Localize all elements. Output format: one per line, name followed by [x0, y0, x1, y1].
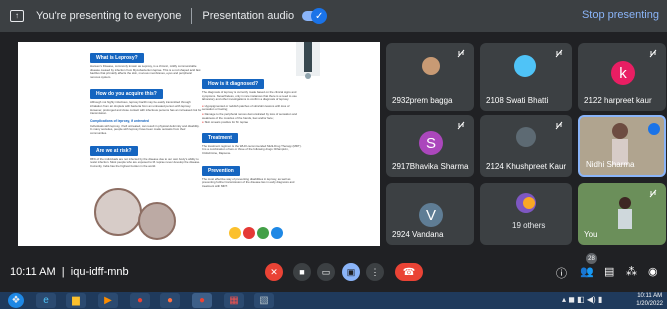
- slide-paragraph: Individuals with leprosy, if left untrea…: [90, 123, 200, 135]
- slide-heading: Are we at risk?: [90, 145, 138, 156]
- file-explorer-icon[interactable]: ▆: [66, 293, 86, 308]
- participant-photo: [514, 55, 536, 77]
- slide-bullet: ● Hypopigmented or reddish patches of sk…: [202, 103, 290, 112]
- ie-icon[interactable]: e: [36, 293, 56, 308]
- mic-off-icon: [457, 121, 465, 130]
- check-icon: ✓: [311, 8, 328, 24]
- participant-name: 2124 Khushpreet Kaur: [486, 162, 567, 171]
- present-screen-icon: ↑: [10, 10, 24, 22]
- presenting-status-text: You're presenting to everyone: [36, 10, 182, 22]
- people-count-badge: 28: [586, 253, 597, 264]
- clock-date: 1/20/2022: [636, 301, 663, 307]
- mic-off-icon: [555, 49, 563, 58]
- slide-bullet: ● Damage to the peripheral nerves demons…: [202, 111, 297, 120]
- slide-left-column: What is Leprosy? Hansen's Disease, commo…: [90, 46, 202, 171]
- camera-toggle-button[interactable]: ■: [293, 263, 311, 281]
- mic-off-icon: [457, 49, 465, 58]
- os-taskbar: ❖ e ▆ ▶ ● ● ● ▦ ▧ ▴ ◼ ◧ ◀) ▮ 10:11 AM 1/…: [0, 292, 667, 309]
- more-options-button[interactable]: ⋮: [366, 263, 384, 281]
- present-now-button[interactable]: ▣: [342, 263, 360, 281]
- media-player-icon[interactable]: ▶: [98, 293, 118, 308]
- others-tile[interactable]: 19 others: [480, 183, 572, 245]
- captions-icon: ▭: [321, 266, 331, 277]
- phone-hangup-icon: ☎: [402, 266, 416, 278]
- slide-bullet: ● Skin smears positive for M. leprae: [202, 120, 249, 125]
- slide-paragraph: Although not highly infectious, leprosy …: [90, 100, 202, 116]
- system-tray-icons[interactable]: ▴ ◼ ◧ ◀) ▮: [562, 295, 602, 304]
- pdf-icon[interactable]: ▦: [224, 293, 244, 308]
- more-vert-icon: ⋮: [370, 266, 380, 277]
- participant-name: 2122 harpreet kaur: [584, 96, 652, 105]
- slide-paragraph: The diagnosis of leprosy is currently ma…: [202, 90, 297, 102]
- participant-name: You: [584, 230, 598, 239]
- chrome-active-icon[interactable]: ●: [192, 293, 212, 308]
- mic-off-icon: [649, 189, 657, 198]
- medication-icons: [229, 227, 283, 239]
- chat-icon[interactable]: ▤: [604, 265, 614, 278]
- participant-tile[interactable]: 2932prem bagga: [386, 43, 474, 111]
- chrome-icon[interactable]: ●: [130, 293, 150, 308]
- self-video: [618, 197, 632, 229]
- participant-name: 2932prem bagga: [392, 96, 453, 105]
- doctor-illustration: [296, 42, 320, 79]
- participant-name: 2917Bhavika Sharma: [392, 162, 469, 171]
- people-icon[interactable]: 👥: [580, 265, 594, 278]
- captions-button[interactable]: ▭: [317, 263, 335, 281]
- participant-tile[interactable]: 2108 Swati Bhatti: [480, 43, 572, 111]
- participant-name: 2108 Swati Bhatti: [486, 96, 549, 105]
- slide-subheading: Complications of leprosy, if untreated: [90, 118, 149, 123]
- slide-right-column: How is it diagnosed? The diagnosis of le…: [202, 72, 302, 191]
- participant-tile-active-speaker[interactable]: Nidhi Sharma: [578, 115, 666, 177]
- slide-heading: How do you acquire this?: [90, 89, 163, 100]
- slide-heading: What is Leprosy?: [90, 53, 144, 63]
- leave-call-button[interactable]: ☎: [395, 263, 423, 281]
- slide-paragraph: The treatment regimen is the WHO-recomme…: [202, 143, 302, 155]
- meeting-controls-bar: 10:11 AM | iqu-idff-mnb ✕ ■ ▭ ▣ ⋮ ☎ ⓘ 28…: [0, 252, 667, 292]
- presentation-audio-toggle[interactable]: ✓: [302, 8, 328, 24]
- slide-heading: Treatment: [202, 132, 238, 143]
- slide-heading: Prevention: [202, 165, 240, 176]
- avatar: k: [611, 61, 635, 85]
- mic-off-icon: ✕: [270, 266, 278, 277]
- camera-icon: ■: [299, 267, 305, 277]
- mic-off-icon: [555, 121, 563, 130]
- slide-paragraph: Hansen's Disease, commonly known as Lepr…: [90, 64, 201, 79]
- presentation-audio-label: Presentation audio: [202, 10, 295, 22]
- app-icon[interactable]: ▧: [254, 293, 274, 308]
- participant-photo: [516, 127, 536, 147]
- self-view-tile[interactable]: You: [578, 183, 666, 245]
- participant-tile[interactable]: V 2924 Vandana: [386, 183, 474, 245]
- meeting-info-icon[interactable]: ⓘ: [556, 265, 567, 281]
- shared-slide: What is Leprosy? Hansen's Disease, commo…: [18, 42, 380, 246]
- clock-time: 10:11 AM: [637, 293, 663, 299]
- patient-portrait: [94, 188, 142, 236]
- patient-portrait: [138, 202, 176, 240]
- slide-heading: How is it diagnosed?: [202, 79, 265, 89]
- participant-photo: [422, 57, 440, 75]
- activities-icon[interactable]: ⁂: [626, 265, 637, 278]
- mic-toggle-button[interactable]: ✕: [265, 263, 283, 281]
- speaking-indicator-icon: [648, 123, 660, 135]
- presenting-banner: ↑ You're presenting to everyone Presenta…: [0, 0, 667, 32]
- stop-presenting-button[interactable]: Stop presenting: [582, 9, 659, 21]
- firefox-icon[interactable]: ●: [160, 293, 180, 308]
- participant-name: 2924 Vandana: [392, 230, 444, 239]
- taskbar-clock[interactable]: 10:11 AM 1/20/2022: [636, 292, 663, 308]
- present-icon: ▣: [346, 266, 356, 277]
- others-avatar-stack: [516, 193, 536, 213]
- mic-off-icon: [649, 49, 657, 58]
- participant-tile[interactable]: k 2122 harpreet kaur: [578, 43, 666, 111]
- slide-paragraph: 95% of the individuals are not infected …: [90, 156, 201, 168]
- participant-tile[interactable]: 2124 Khushpreet Kaur: [480, 115, 572, 177]
- start-icon[interactable]: ❖: [8, 293, 24, 308]
- divider: [191, 8, 193, 24]
- avatar: S: [419, 131, 443, 155]
- host-controls-icon[interactable]: ◉: [648, 265, 658, 278]
- participant-name: Nidhi Sharma: [586, 160, 635, 169]
- participant-tile[interactable]: S 2917Bhavika Sharma: [386, 115, 474, 177]
- meeting-details: 10:11 AM | iqu-idff-mnb: [10, 266, 129, 278]
- slide-paragraph: The most effective way of preventing dis…: [202, 176, 295, 188]
- others-count: 19 others: [512, 221, 546, 230]
- avatar: V: [419, 203, 443, 227]
